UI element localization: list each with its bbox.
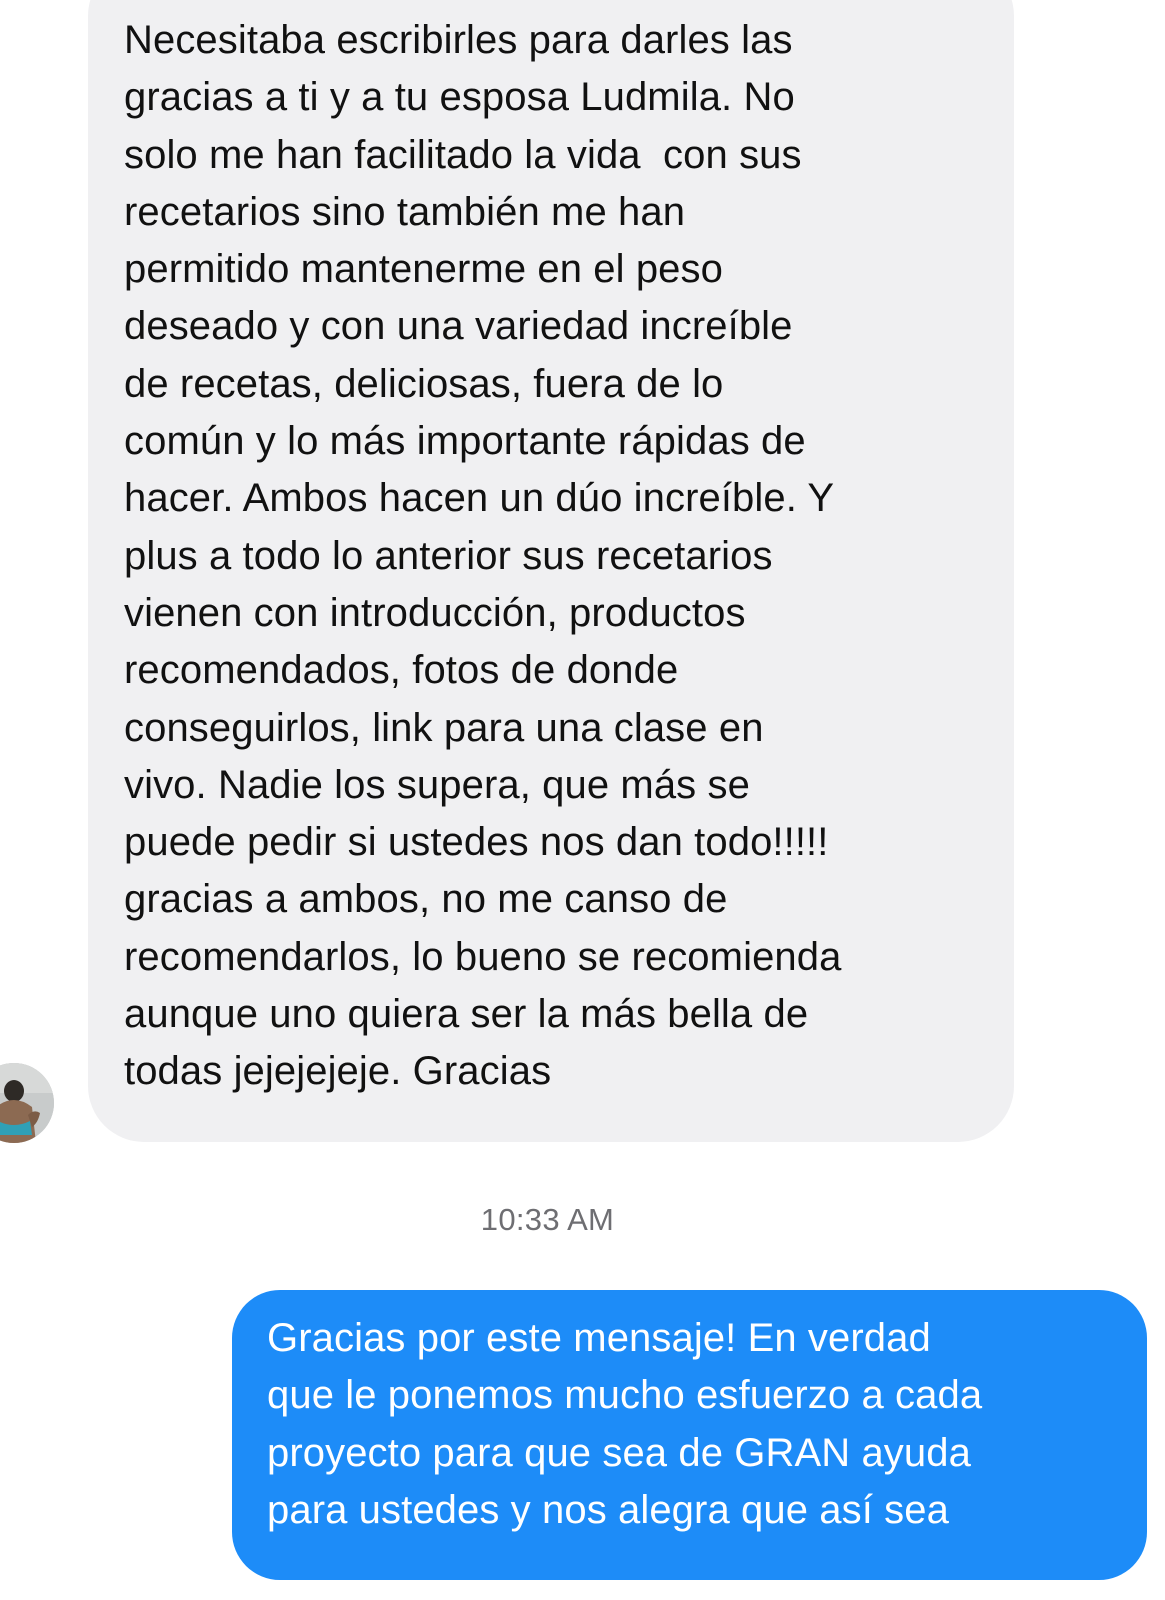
message-line: gracias a ambos, no me canso de <box>124 877 728 922</box>
message-line: Gracias por este mensaje! En verdad <box>267 1316 931 1360</box>
message-line: aunque uno quiera ser la más bella de <box>124 992 809 1037</box>
sender-avatar[interactable] <box>0 1063 54 1143</box>
message-line: conseguirlos, link para una clase en <box>124 705 764 750</box>
message-line: común y lo más importante rápidas de <box>124 419 806 464</box>
message-line: proyecto para que sea de GRAN ayuda <box>267 1430 971 1475</box>
message-line: vienen con introducción, productos <box>124 590 746 635</box>
outgoing-message-bubble[interactable]: Gracias por este mensaje! En verdad que … <box>232 1290 1147 1580</box>
message-line: vivo. Nadie los supera, que más se <box>124 762 750 807</box>
message-line: plus a todo lo anterior sus recetarios <box>124 533 773 578</box>
message-line: para ustedes y nos alegra que así sea <box>267 1487 949 1532</box>
message-line: puede pedir si ustedes nos dan todo!!!!! <box>124 820 829 865</box>
message-line: deseado y con una variedad increíble <box>124 304 793 349</box>
message-line: hacer. Ambos hacen un dúo increíble. Y <box>124 476 835 521</box>
message-line: permitido mantenerme en el peso <box>124 247 723 292</box>
message-timestamp: 10:33 AM <box>480 1202 615 1237</box>
message-line: de recetas, deliciosas, fuera de lo <box>124 361 724 406</box>
message-line: gracias a ti y a tu esposa Ludmila. No <box>124 75 795 120</box>
message-line: solo me han facilitado la vida con sus <box>124 132 802 177</box>
message-line: Necesitaba escribirles para darles las <box>124 18 793 62</box>
message-line: recetarios sino también me han <box>124 189 686 234</box>
message-line: que le ponemos mucho esfuerzo a cada <box>267 1373 983 1418</box>
user-avatar-photo-icon <box>0 1063 54 1143</box>
message-line: todas jejejejeje. Gracias <box>124 1049 552 1094</box>
message-line: recomendados, fotos de donde <box>124 648 679 693</box>
chat-thread: Necesitaba escribirles para darles las g… <box>0 0 1165 1600</box>
incoming-message-bubble[interactable]: Necesitaba escribirles para darles las g… <box>88 0 1014 1142</box>
message-line: recomendarlos, lo bueno se recomienda <box>124 934 842 979</box>
